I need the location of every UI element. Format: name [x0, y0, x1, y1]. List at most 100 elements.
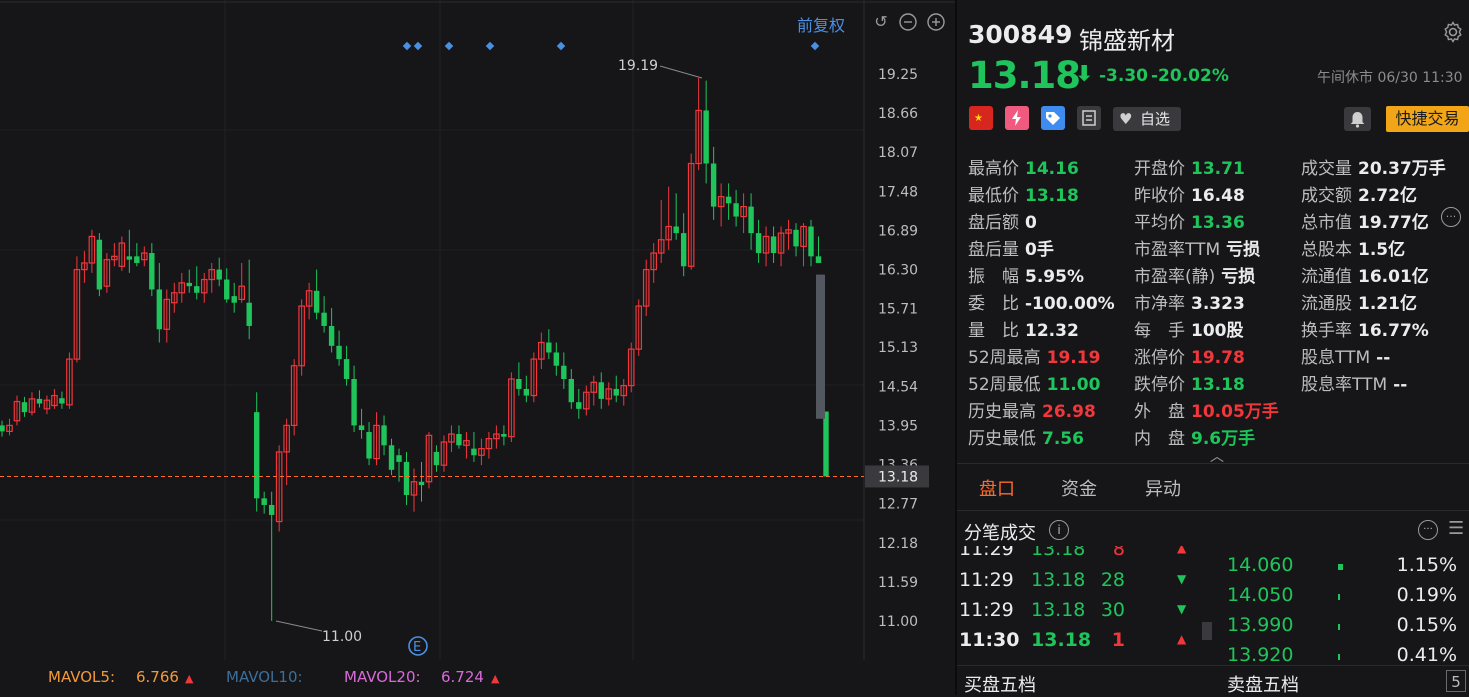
stat-item: 外 盘 10.05万手: [1134, 397, 1279, 422]
candle-body-down: [403, 461, 410, 496]
stat-item: 涨停价 19.78: [1134, 343, 1245, 368]
candle-body-down: [134, 256, 140, 263]
stat-value: 1.21亿: [1358, 294, 1417, 314]
price-level-list[interactable]: 14.060 1.15% 14.050 0.19% 13.990 0.15% 13.920 0…: [957, 546, 1469, 664]
candle-body-down: [321, 312, 327, 326]
tick-more-icon[interactable]: ···: [1418, 520, 1438, 540]
gear-icon[interactable]: [1441, 20, 1465, 44]
stat-value: 16.77%: [1358, 321, 1429, 341]
stat-label: 52周最高: [968, 348, 1041, 368]
tab-anomaly[interactable]: 异动: [1145, 475, 1181, 501]
candle-body-down: [725, 196, 732, 204]
candle-body-down: [576, 402, 582, 409]
candle-body-down: [388, 445, 395, 470]
more-icon[interactable]: ···: [1441, 207, 1461, 227]
price-change-pct: -20.02%: [1151, 66, 1229, 86]
stat-value: 0: [1025, 213, 1037, 233]
stat-value: 19.78: [1191, 348, 1245, 368]
level-price: 13.920: [1227, 644, 1294, 664]
high-annotation-leader: [659, 65, 703, 79]
buy-five-label[interactable]: 买盘五档: [964, 671, 1036, 697]
candle-body-down: [328, 325, 335, 346]
stat-value: 3.323: [1191, 294, 1245, 314]
candle-body-down: [808, 226, 814, 257]
event-marker-icon: [810, 41, 820, 51]
y-tick-label: 11.59: [878, 575, 918, 591]
stat-label: 股息率TTM: [1301, 375, 1388, 395]
stat-value: 0手: [1025, 240, 1054, 260]
kline-chart-area[interactable]: 19.25 18.66 18.07 17.48 16.89 16.30 15.71 15.13…: [0, 0, 955, 695]
stat-label: 涨停价: [1134, 348, 1185, 368]
candle-body-down: [748, 206, 754, 234]
stat-item: 昨收价 16.48: [1134, 181, 1245, 206]
tab-order-book[interactable]: 盘口: [979, 475, 1015, 501]
stat-label: 总市值: [1301, 213, 1352, 233]
candle-body-down: [149, 253, 155, 290]
high-annotation: 19.19: [618, 58, 658, 74]
y-tick-label: 18.07: [878, 145, 918, 161]
candle-body-down: [433, 451, 440, 466]
stat-item: 平均价 13.36: [1134, 208, 1245, 233]
candle-body-down: [733, 203, 739, 217]
market-status: 午间休市 06/30 11:30: [1317, 70, 1463, 86]
stat-item: 52周最低 11.00: [968, 370, 1100, 395]
stat-item: 市净率 3.323: [1134, 289, 1245, 314]
depth-badge[interactable]: 5: [1446, 670, 1466, 692]
china-flag-icon[interactable]: ★: [969, 106, 993, 130]
stat-label: 历史最高: [968, 402, 1036, 422]
stat-label: 盘后额: [968, 213, 1019, 233]
stat-label: 流通股: [1301, 294, 1352, 314]
bell-icon: [1350, 112, 1365, 128]
add-watchlist-button[interactable]: ♥ 自选: [1113, 107, 1181, 131]
y-tick-label: 17.48: [878, 184, 918, 200]
list-icon[interactable]: ☰: [1448, 518, 1464, 539]
stat-value: 26.98: [1042, 402, 1096, 422]
stat-item: 最高价 14.16: [968, 154, 1079, 179]
kline-chart[interactable]: 19.25 18.66 18.07 17.48 16.89 16.30 15.71 15.13…: [0, 0, 955, 664]
info-icon[interactable]: i: [1049, 520, 1069, 540]
lightning-icon[interactable]: [1005, 106, 1029, 130]
level-price: 13.990: [1227, 614, 1294, 636]
last-price: 13.18: [968, 54, 1081, 97]
stat-label: 最低价: [968, 186, 1019, 206]
stat-item: 开盘价 13.71: [1134, 154, 1245, 179]
tab-capital[interactable]: 资金: [1061, 475, 1097, 501]
reset-icon[interactable]: ↺: [871, 12, 891, 32]
stat-label: 最高价: [968, 159, 1019, 179]
event-marker-icon: [402, 41, 412, 51]
stat-item: 市盈率TTM 亏损: [1134, 235, 1260, 260]
sell-five-label[interactable]: 卖盘五档: [1227, 671, 1299, 697]
candle-body-down: [396, 455, 402, 462]
candle-body-down: [343, 359, 350, 379]
candle-body-down: [823, 411, 829, 477]
zoom-out-icon[interactable]: [898, 12, 918, 32]
event-marker-icon: [556, 41, 566, 51]
tag-icon[interactable]: [1041, 106, 1065, 130]
quick-trade-button[interactable]: 快捷交易: [1386, 106, 1469, 132]
stat-label: 股息TTM: [1301, 348, 1371, 368]
stat-item: 52周最高 19.19: [968, 343, 1100, 368]
level-pct: 0.19%: [1396, 584, 1457, 606]
low-annotation-leader: [275, 620, 323, 632]
stat-item: 历史最低 7.56: [968, 424, 1084, 449]
zoom-in-icon[interactable]: [926, 12, 946, 32]
candle-body-down: [501, 434, 507, 437]
stat-value: --: [1376, 348, 1391, 368]
heart-icon: ♥: [1119, 110, 1133, 128]
mavol20-up-arrow-icon: ▲: [491, 672, 500, 685]
candle-body-down: [224, 279, 230, 300]
mavol20-label: MAVOL20:: [344, 668, 421, 686]
level-price: 14.060: [1227, 554, 1294, 576]
candle-body-down: [516, 378, 522, 389]
level-price: 14.050: [1227, 584, 1294, 606]
mavol-indicator-bar: MAVOL5: 6.766 ▲ MAVOL10: MAVOL20: 6.724 …: [0, 664, 955, 692]
stat-item: 总市值 19.77亿: [1301, 208, 1429, 233]
price-adjust-toggle[interactable]: 前复权: [797, 12, 845, 36]
alert-button[interactable]: [1344, 107, 1371, 131]
candle-body-down: [553, 352, 560, 366]
stat-item: 振 幅 5.95%: [968, 262, 1084, 287]
stat-item: 跌停价 13.18: [1134, 370, 1245, 395]
notes-icon[interactable]: [1077, 106, 1101, 130]
stat-value: 100股: [1191, 321, 1244, 341]
stat-value: 13.71: [1191, 159, 1245, 179]
